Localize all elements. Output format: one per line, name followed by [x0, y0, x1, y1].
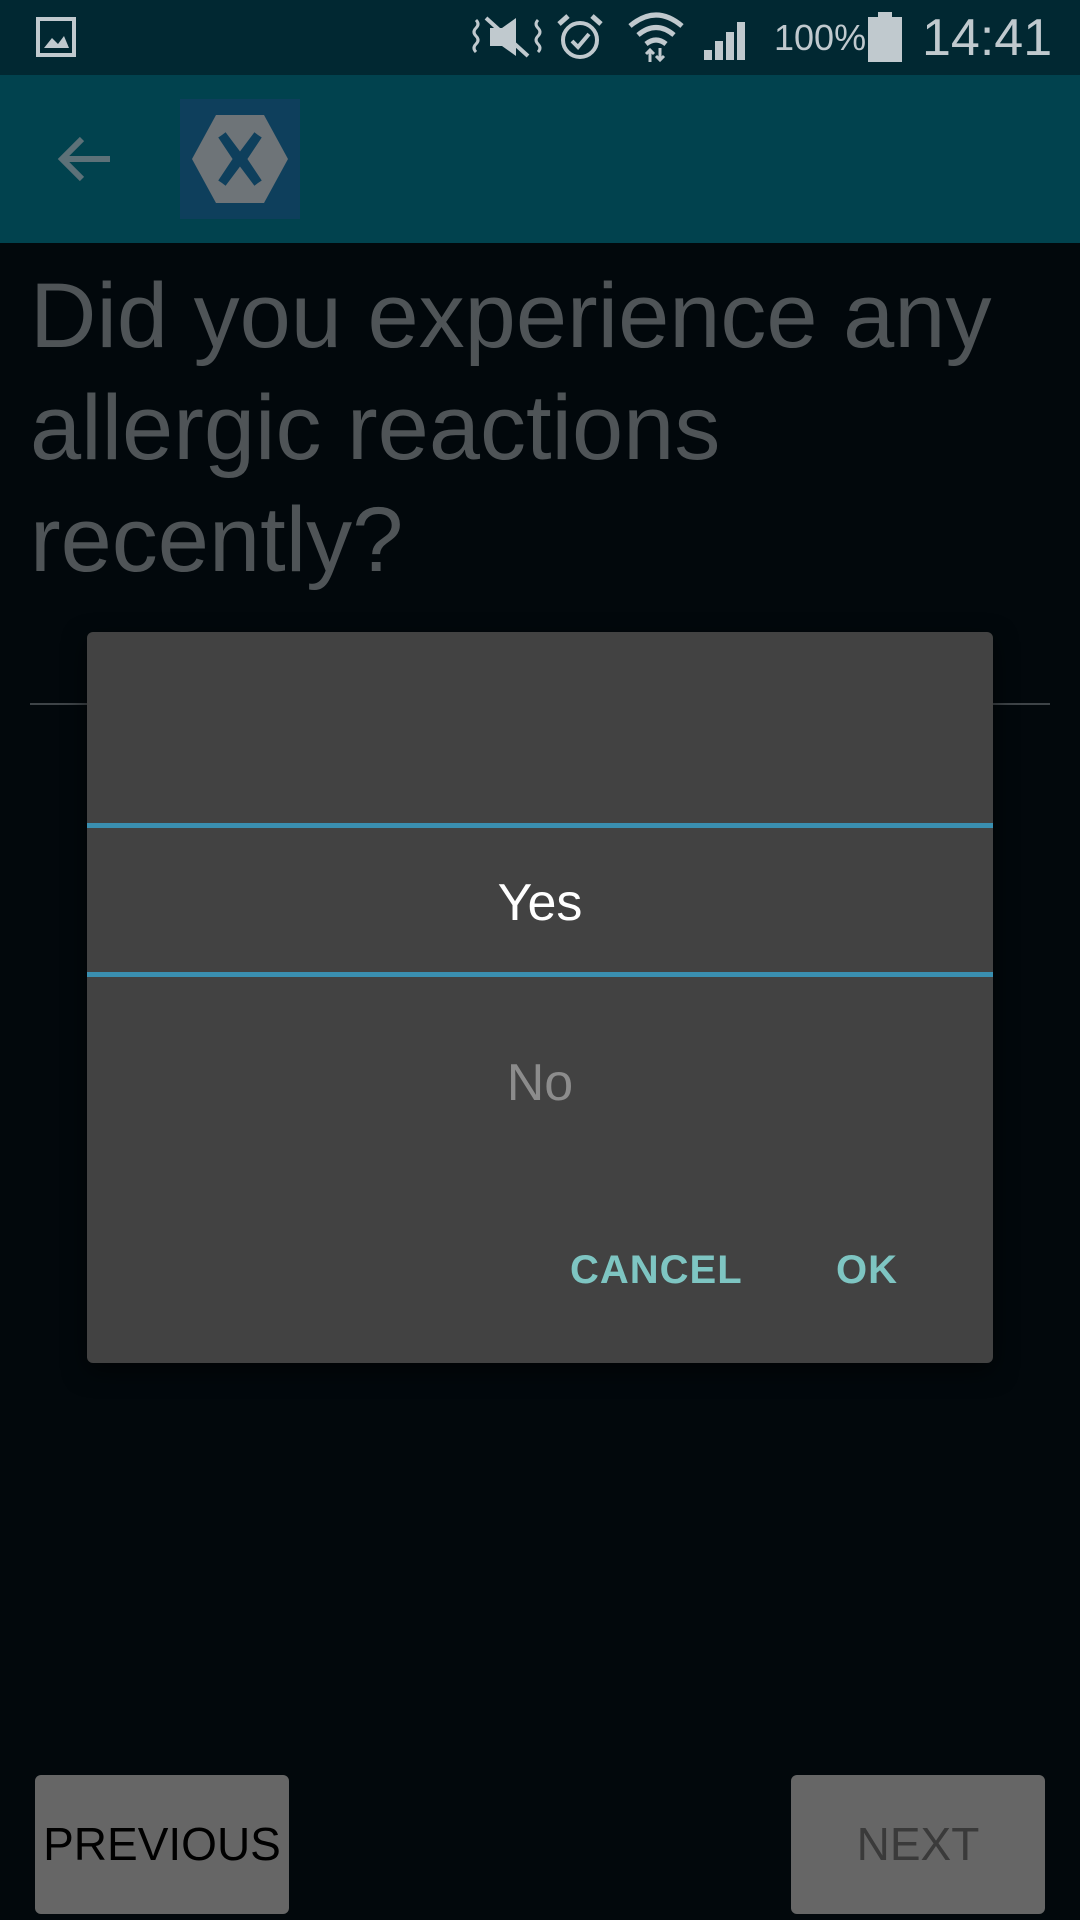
- question-title: Did you experience any allergic reaction…: [30, 265, 992, 591]
- back-arrow-icon[interactable]: [56, 133, 112, 185]
- signal-icon: [704, 22, 745, 60]
- app-toolbar: [0, 75, 1080, 243]
- picker-option-yes[interactable]: Yes: [87, 868, 993, 938]
- mute-icon: [472, 16, 542, 58]
- picker-option-no[interactable]: No: [87, 1048, 993, 1118]
- app-logo: [180, 99, 300, 219]
- previous-button[interactable]: PREVIOUS: [35, 1775, 289, 1914]
- next-button[interactable]: NEXT: [791, 1775, 1045, 1914]
- status-bar: 100% 14:41: [0, 0, 1080, 75]
- battery-icon: [868, 12, 902, 62]
- gallery-icon: [36, 17, 76, 57]
- cancel-button[interactable]: CANCEL: [570, 1238, 742, 1302]
- picker-divider-top: [87, 823, 993, 828]
- picker-divider-bottom: [87, 972, 993, 977]
- xamarin-logo-icon: [192, 115, 288, 203]
- picker-dialog: Yes No CANCEL OK: [87, 632, 993, 1363]
- wifi-icon: [628, 12, 684, 63]
- alarm-icon: [557, 14, 603, 59]
- battery-percent: 100%: [774, 17, 867, 58]
- ok-button[interactable]: OK: [822, 1238, 912, 1302]
- clock: 14:41: [922, 9, 1053, 67]
